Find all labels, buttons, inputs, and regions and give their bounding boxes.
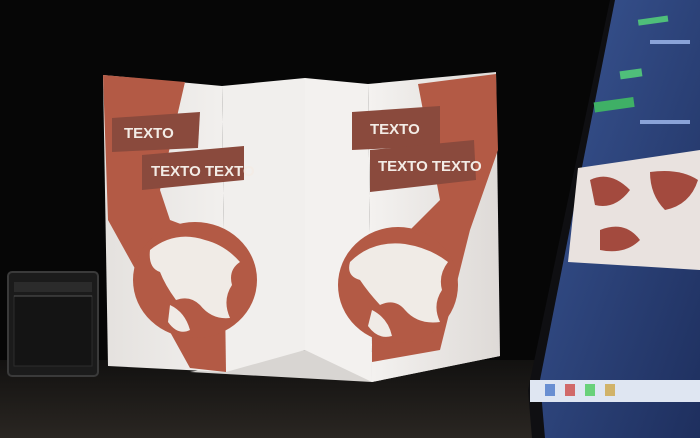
left-lower-third-banner-1: TEXTO [112, 112, 200, 152]
amplifier-case [7, 271, 99, 377]
left-banner-1-text: TEXTO [124, 125, 174, 142]
left-inner-panel [222, 78, 305, 372]
left-globe-graphic [133, 222, 257, 338]
laptop-screen [528, 0, 700, 438]
right-banner-2-text: TEXTO TEXTO [378, 158, 482, 175]
left-banner-2-text: TEXTO TEXTO [151, 163, 255, 180]
laptop-preview-thumbnail [568, 150, 700, 270]
right-banner-1-text: TEXTO [370, 121, 420, 138]
stage-scene: TEXTO TEXTO TEXTO TEXTO TEXTO TEXTO [0, 0, 700, 438]
right-globe-graphic [338, 227, 458, 343]
right-lower-third-banner-1: TEXTO [352, 106, 440, 150]
